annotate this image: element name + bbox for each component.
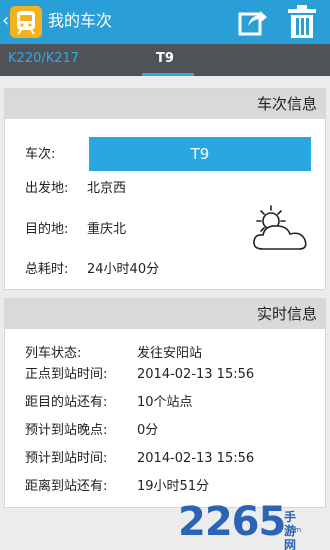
time-remaining-value: 19小时51分: [137, 479, 210, 494]
expected-arrival-label: 预计到站时间:: [25, 451, 108, 466]
destination-label: 目的地:: [25, 222, 69, 237]
watermark-number: 2265: [178, 499, 286, 545]
tab-t9[interactable]: T9: [156, 50, 174, 68]
active-tab-indicator: [142, 73, 194, 76]
status-value: 发往安阳站: [137, 346, 203, 361]
depart-value: 北京西: [87, 181, 127, 196]
stations-remaining-label: 距目的站还有:: [25, 395, 108, 410]
stations-remaining-value: 10个站点: [137, 395, 193, 410]
back-icon[interactable]: ‹: [2, 10, 9, 32]
trash-icon[interactable]: [287, 5, 317, 39]
destination-value: 重庆北: [87, 222, 127, 237]
train-info-card: 车次信息 车次: T9 出发地: 北京西 目的地: 重庆北 总耗时: 24小时4…: [4, 88, 326, 290]
expected-delay-label: 预计到站晚点:: [25, 423, 108, 438]
expected-arrival-value: 2014-02-13 15:56: [137, 451, 255, 466]
partly-cloudy-icon: [249, 203, 313, 257]
realtime-info-header: 实时信息: [5, 299, 325, 329]
train-info-header: 车次信息: [5, 89, 325, 119]
expected-delay-value: 0分: [137, 423, 159, 438]
train-app-icon[interactable]: [10, 6, 42, 38]
watermark-domain: .com: [284, 526, 302, 534]
train-info-title: 车次信息: [256, 95, 317, 113]
page-title: 我的车次: [48, 11, 113, 30]
top-bar: ‹ 我的车次: [0, 0, 330, 44]
train-number-value: T9: [89, 137, 311, 171]
train-number-label: 车次:: [25, 147, 56, 162]
realtime-info-card: 实时信息 列车状态: 发往安阳站 正点到站时间: 2014-02-13 15:5…: [4, 298, 326, 508]
duration-label: 总耗时:: [25, 262, 69, 277]
status-label: 列车状态:: [25, 346, 82, 361]
share-icon[interactable]: [236, 6, 268, 38]
realtime-info-title: 实时信息: [256, 305, 317, 323]
scheduled-arrival-value: 2014-02-13 15:56: [137, 367, 255, 382]
tab-k220-k217[interactable]: K220/K217: [8, 50, 79, 68]
time-remaining-label: 距离到站还有:: [25, 479, 108, 494]
depart-label: 出发地:: [25, 181, 69, 196]
train-tab-bar: K220/K217 T9: [0, 44, 330, 76]
duration-value: 24小时40分: [87, 262, 160, 277]
scheduled-arrival-label: 正点到站时间:: [25, 367, 108, 382]
